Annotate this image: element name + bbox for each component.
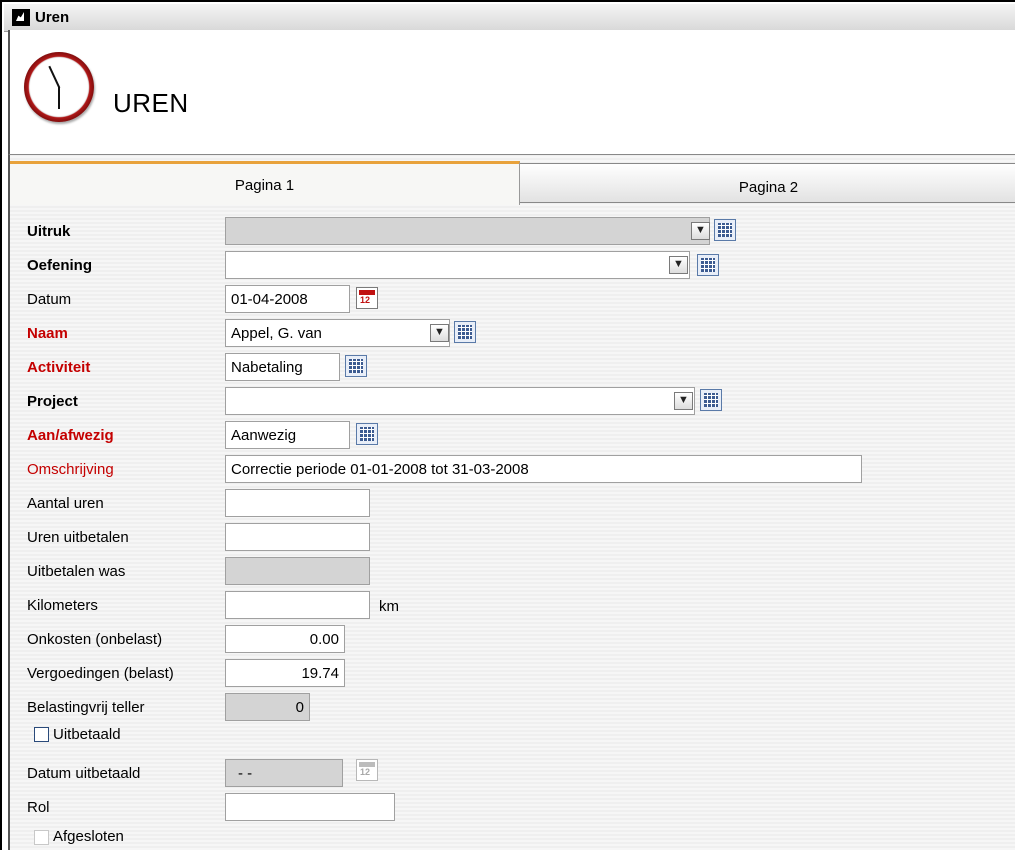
- uitbetaald-checkbox[interactable]: [34, 727, 49, 742]
- row-uitbetalen-was: Uitbetalen was: [10, 557, 1010, 587]
- row-aantal-uren: Aantal uren: [10, 489, 1010, 519]
- row-uitbetaald: Uitbetaald: [10, 725, 1010, 755]
- vergoedingen-label: Vergoedingen (belast): [27, 665, 174, 682]
- app-icon: [12, 9, 30, 26]
- datum-uitbetaald-input: - -: [225, 759, 343, 787]
- aantal-uren-input[interactable]: [225, 489, 370, 517]
- vergoedingen-input[interactable]: 19.74: [225, 659, 345, 687]
- calendar-icon: [356, 759, 378, 781]
- onkosten-input[interactable]: 0.00: [225, 625, 345, 653]
- row-uren-uitbetalen: Uren uitbetalen: [10, 523, 1010, 553]
- chevron-down-icon[interactable]: ▼: [691, 222, 710, 240]
- row-rol: Rol: [10, 793, 1010, 823]
- rol-label: Rol: [27, 799, 50, 816]
- clock-icon: [24, 52, 94, 122]
- uitruk-select[interactable]: [225, 217, 710, 245]
- onkosten-label: Onkosten (onbelast): [27, 631, 163, 648]
- activiteit-label: Activiteit: [27, 359, 91, 376]
- row-kilometers: Kilometers km: [10, 591, 1010, 621]
- kilometers-unit: km: [379, 598, 399, 615]
- lookup-grid-icon[interactable]: [714, 219, 736, 241]
- lookup-grid-icon[interactable]: [454, 321, 476, 343]
- row-naam: Naam Appel, G. van ▼: [10, 319, 1010, 349]
- uitbetalen-was-label: Uitbetalen was: [27, 563, 126, 580]
- chevron-down-icon[interactable]: ▼: [430, 324, 449, 342]
- aanafwezig-label: Aan/afwezig: [27, 427, 114, 444]
- title-bar: Uren: [4, 4, 1015, 32]
- uitbetaald-label: Uitbetaald: [53, 726, 121, 743]
- row-belastingvrij: Belastingvrij teller 0: [10, 693, 1010, 723]
- row-vergoedingen: Vergoedingen (belast) 19.74: [10, 659, 1010, 689]
- lookup-grid-icon[interactable]: [697, 254, 719, 276]
- naam-select[interactable]: Appel, G. van: [225, 319, 450, 347]
- kilometers-label: Kilometers: [27, 597, 98, 614]
- row-aanafwezig: Aan/afwezig Aanwezig: [10, 421, 1010, 451]
- row-project: Project ▼: [10, 387, 1010, 417]
- belastingvrij-input: 0: [225, 693, 310, 721]
- row-datum-uitbetaald: Datum uitbetaald - -: [10, 759, 1010, 789]
- page-header: UREN: [8, 30, 1015, 154]
- chevron-down-icon[interactable]: ▼: [669, 256, 688, 274]
- naam-label: Naam: [27, 325, 68, 342]
- lookup-grid-icon[interactable]: [700, 389, 722, 411]
- window-title: Uren: [35, 9, 70, 26]
- afgesloten-checkbox: [34, 830, 49, 845]
- row-afgesloten: Afgesloten: [10, 827, 1010, 857]
- row-omschrijving: Omschrijving Correctie periode 01-01-200…: [10, 455, 1010, 485]
- project-label: Project: [27, 393, 78, 410]
- calendar-icon[interactable]: [356, 287, 378, 309]
- uitbetalen-was-input: [225, 557, 370, 585]
- row-activiteit: Activiteit Nabetaling: [10, 353, 1010, 383]
- row-oefening: Oefening ▼: [10, 251, 1010, 281]
- uren-uitbetalen-input[interactable]: [225, 523, 370, 551]
- row-uitruk: Uitruk ▼: [10, 217, 1010, 247]
- activiteit-input[interactable]: Nabetaling: [225, 353, 340, 381]
- tab-pagina-1[interactable]: Pagina 1: [10, 161, 520, 205]
- form-panel: Pagina 1 Pagina 2 Uitruk ▼ Oefening ▼ Da…: [8, 154, 1015, 850]
- tab-pagina-2[interactable]: Pagina 2: [520, 163, 1015, 203]
- aanafwezig-input[interactable]: Aanwezig: [225, 421, 350, 449]
- belastingvrij-label: Belastingvrij teller: [27, 699, 145, 716]
- uitruk-label: Uitruk: [27, 223, 71, 240]
- lookup-grid-icon[interactable]: [345, 355, 367, 377]
- chevron-down-icon[interactable]: ▼: [674, 392, 693, 410]
- oefening-select[interactable]: [225, 251, 690, 279]
- page-title: UREN: [113, 88, 189, 118]
- datum-label: Datum: [27, 291, 72, 308]
- project-select[interactable]: [225, 387, 695, 415]
- kilometers-input[interactable]: [225, 591, 370, 619]
- aantal-uren-label: Aantal uren: [27, 495, 104, 512]
- afgesloten-label: Afgesloten: [53, 828, 124, 845]
- oefening-label: Oefening: [27, 257, 93, 274]
- row-datum: Datum 01-04-2008: [10, 285, 1010, 315]
- row-onkosten: Onkosten (onbelast) 0.00: [10, 625, 1010, 655]
- lookup-grid-icon[interactable]: [356, 423, 378, 445]
- omschrijving-label: Omschrijving: [27, 461, 114, 478]
- omschrijving-input[interactable]: Correctie periode 01-01-2008 tot 31-03-2…: [225, 455, 862, 483]
- datum-input[interactable]: 01-04-2008: [225, 285, 350, 313]
- datum-uitbetaald-label: Datum uitbetaald: [27, 765, 141, 782]
- rol-input[interactable]: [225, 793, 395, 821]
- uren-uitbetalen-label: Uren uitbetalen: [27, 529, 129, 546]
